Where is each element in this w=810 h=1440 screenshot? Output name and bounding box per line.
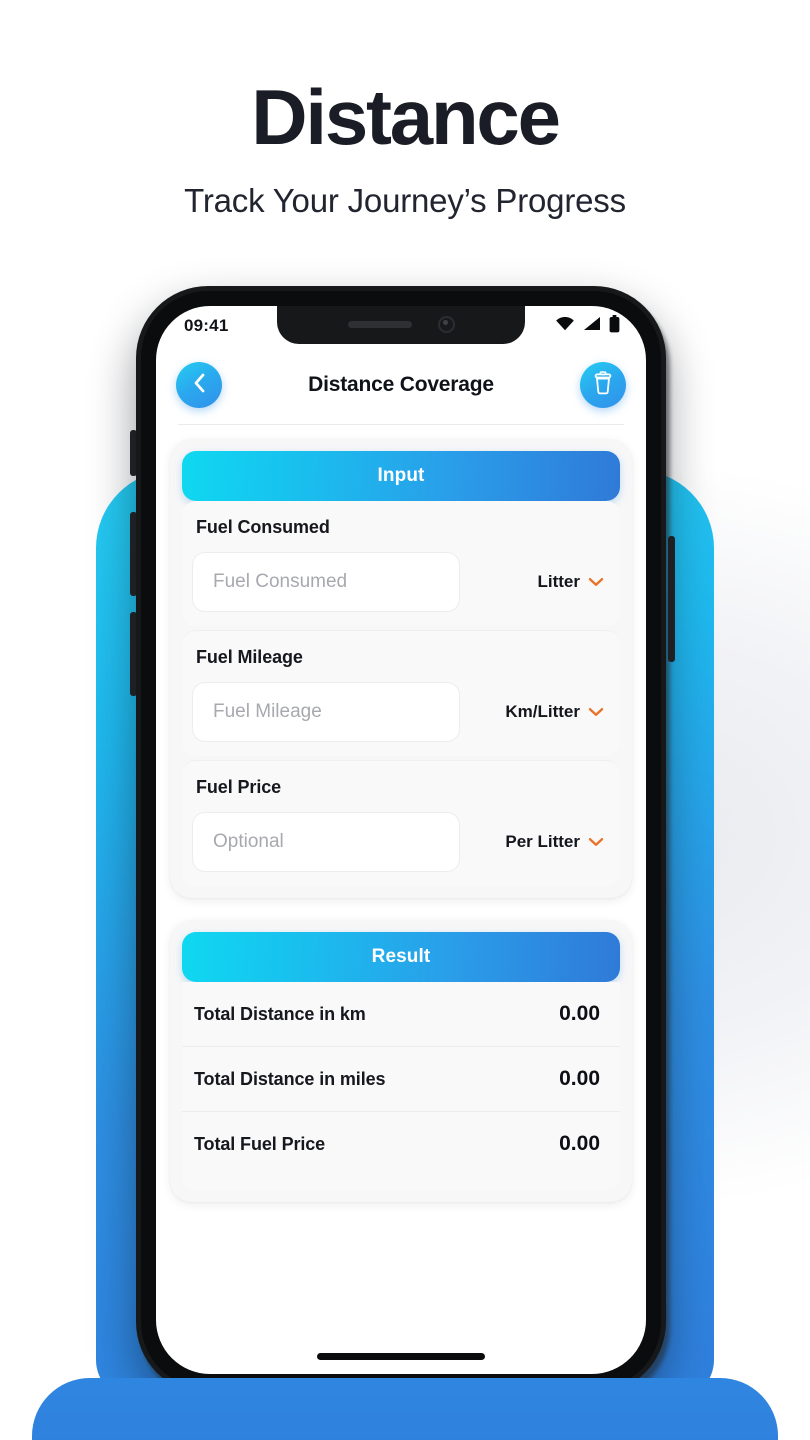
result-row: Total Distance in miles 0.00 bbox=[182, 1046, 620, 1111]
field-fuel-consumed: Fuel Consumed Fuel Consumed Litter bbox=[182, 501, 620, 626]
field-label: Fuel Price bbox=[196, 777, 282, 797]
promo-subtitle: Track Your Journey’s Progress bbox=[184, 182, 626, 219]
result-section-header: Result bbox=[182, 932, 620, 982]
status-bar-clock: 09:41 bbox=[184, 316, 229, 335]
fuel-price-unit-select[interactable]: Per Litter bbox=[470, 832, 610, 852]
wifi-icon bbox=[555, 316, 575, 336]
phone-screen: 09:41 Distance Coverage Input Fuel Consu… bbox=[156, 306, 646, 1374]
unit-label: Per Litter bbox=[505, 832, 580, 851]
input-section-header: Input bbox=[182, 451, 620, 501]
fuel-consumed-input[interactable]: Fuel Consumed bbox=[192, 552, 460, 612]
result-row: Total Fuel Price 0.00 bbox=[182, 1111, 620, 1190]
fuel-mileage-input[interactable]: Fuel Mileage bbox=[192, 682, 460, 742]
backdrop-blue-base bbox=[32, 1378, 778, 1440]
front-camera-icon bbox=[437, 315, 455, 333]
phone-power-button bbox=[668, 536, 675, 662]
battery-icon bbox=[609, 314, 620, 338]
result-value: 0.00 bbox=[559, 1067, 600, 1090]
input-card: Input Fuel Consumed Fuel Consumed Litter bbox=[170, 439, 632, 898]
result-card: Result Total Distance in km 0.00 Total D… bbox=[170, 920, 632, 1202]
result-value: 0.00 bbox=[559, 1132, 600, 1155]
fuel-consumed-unit-select[interactable]: Litter bbox=[470, 572, 610, 592]
field-row: Fuel Mileage Km/Litter bbox=[184, 682, 618, 742]
unit-label: Litter bbox=[537, 572, 581, 591]
home-indicator[interactable] bbox=[317, 1353, 485, 1360]
unit-label: Km/Litter bbox=[505, 702, 580, 721]
earpiece-speaker-icon bbox=[347, 320, 412, 328]
promo-screenshot: Distance Track Your Journey’s Progress 0… bbox=[0, 0, 810, 1440]
page-title: Distance Coverage bbox=[308, 373, 494, 396]
header-divider bbox=[178, 424, 624, 425]
chevron-down-icon bbox=[588, 572, 604, 592]
result-label: Total Distance in miles bbox=[194, 1068, 386, 1089]
field-label: Fuel Mileage bbox=[196, 647, 303, 667]
field-row: Fuel Consumed Litter bbox=[184, 552, 618, 612]
result-row: Total Distance in km 0.00 bbox=[182, 982, 620, 1046]
chevron-down-icon bbox=[588, 832, 604, 852]
result-label: Total Fuel Price bbox=[194, 1133, 326, 1154]
trash-icon bbox=[592, 370, 614, 400]
result-value: 0.00 bbox=[559, 1002, 600, 1025]
promo-text-block: Distance Track Your Journey’s Progress bbox=[0, 78, 810, 220]
back-button[interactable] bbox=[176, 362, 222, 408]
result-label: Total Distance in km bbox=[194, 1003, 366, 1024]
field-label: Fuel Consumed bbox=[196, 517, 330, 537]
status-bar-icons bbox=[555, 314, 620, 338]
cellular-signal-icon bbox=[583, 316, 601, 336]
field-fuel-mileage: Fuel Mileage Fuel Mileage Km/Litter bbox=[182, 630, 620, 756]
fuel-mileage-unit-select[interactable]: Km/Litter bbox=[470, 702, 610, 722]
field-row: Optional Per Litter bbox=[184, 812, 618, 872]
screen-content: Input Fuel Consumed Fuel Consumed Litter bbox=[156, 439, 646, 1202]
chevron-down-icon bbox=[588, 702, 604, 722]
fuel-price-input[interactable]: Optional bbox=[192, 812, 460, 872]
chevron-left-icon bbox=[191, 372, 207, 399]
phone-device-frame: 09:41 Distance Coverage Input Fuel Consu… bbox=[136, 286, 666, 1394]
delete-button[interactable] bbox=[580, 362, 626, 408]
promo-title: Distance bbox=[251, 73, 561, 161]
field-fuel-price: Fuel Price Optional Per Litter bbox=[182, 760, 620, 886]
app-header: Distance Coverage bbox=[156, 346, 646, 424]
phone-notch bbox=[277, 306, 525, 344]
